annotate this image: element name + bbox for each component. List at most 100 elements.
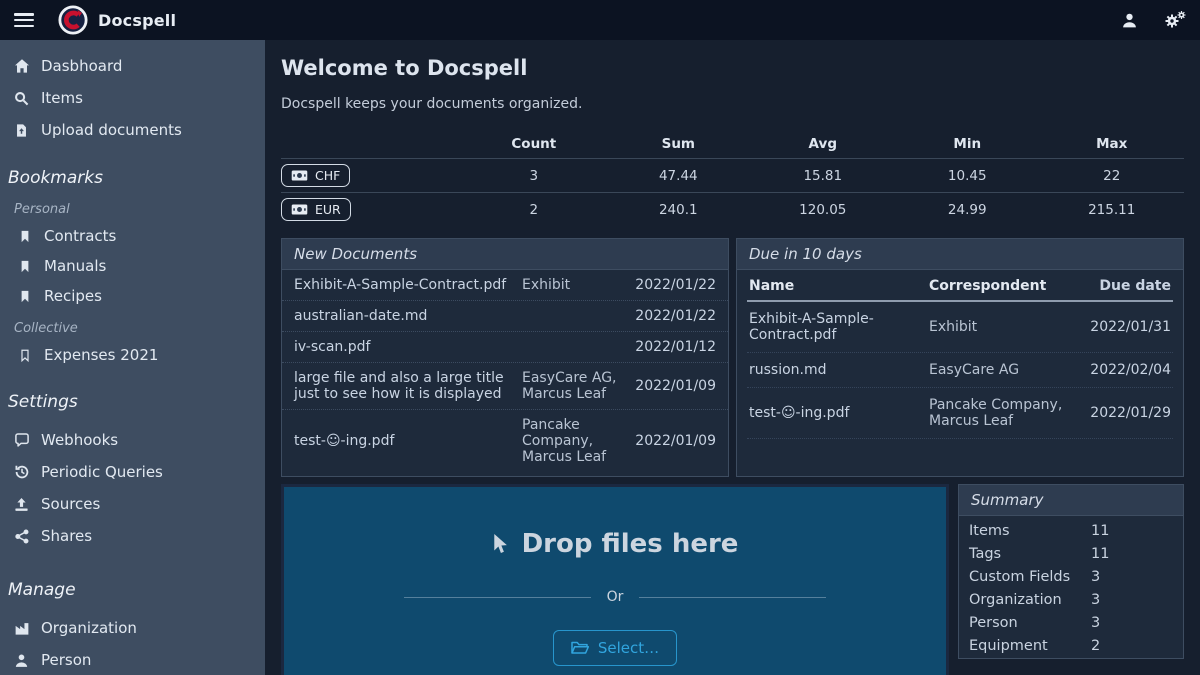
stats-header-row: Count Sum Avg Min Max [281,130,1184,158]
dropzone-heading: Drop files here [492,529,739,559]
document-correspondent: EasyCare AG, Marcus Leaf [522,370,620,402]
summary-title: Summary [959,485,1183,516]
bookmark-filled-icon [16,229,33,244]
stats-cell: 47.44 [606,168,750,184]
summary-label: Tags [969,546,1091,562]
share-icon [13,529,30,544]
currency-label: CHF [315,168,340,183]
sidebar-item-label: Items [41,89,83,107]
bookmark-item-label: Recipes [44,287,102,305]
folder-open-icon [571,641,589,655]
document-correspondent: Pancake Company, Marcus Leaf [929,397,1065,429]
file-dropzone[interactable]: Drop files here Or Select… [281,484,949,675]
document-link[interactable]: russion.md [749,362,919,378]
due-header-name: Name [749,278,919,294]
due-table: Name Correspondent Due date Exhibit-A-Sa… [737,270,1183,476]
summary-list: Items 11 Tags 11 Custom Fields 3 Organiz… [959,516,1183,658]
summary-label: Items [969,523,1091,539]
document-link[interactable]: large file and also a large title just t… [294,370,512,402]
stats-cell: 24.99 [895,202,1039,218]
currency-label: EUR [315,202,341,217]
app-title: Docspell [98,11,176,30]
topbar: Docspell [0,0,1200,40]
menu-icon[interactable] [14,13,34,27]
upload-icon [13,497,30,512]
summary-value: 3 [1091,569,1100,585]
home-icon [13,58,30,74]
document-due-date: 2022/02/04 [1075,362,1171,378]
sidebar-item-person[interactable]: Person [0,644,265,675]
money-bill-icon [291,170,308,181]
settings-section-title: Settings [0,382,265,416]
stats-header-max: Max [1039,136,1183,152]
stats-cell: 215.11 [1039,202,1183,218]
dropzone-divider-label: Or [607,589,624,605]
document-correspondent: Exhibit [929,319,1065,335]
summary-panel: Summary Items 11 Tags 11 Custom Fields 3 [958,484,1184,659]
stats-cell: 15.81 [751,168,895,184]
stats-header-sum: Sum [606,136,750,152]
document-link[interactable]: test-☺-ing.pdf [294,433,512,449]
bookmark-item-expenses-2021[interactable]: Expenses 2021 [0,340,265,370]
docspell-logo[interactable] [58,5,88,35]
select-files-button[interactable]: Select… [553,630,677,666]
new-documents-panel: New Documents Exhibit-A-Sample-Contract.… [281,238,729,477]
stats-header-avg: Avg [751,136,895,152]
document-row: Exhibit-A-Sample-Contract.pdf Exhibit 20… [282,270,728,301]
document-link[interactable]: Exhibit-A-Sample-Contract.pdf [749,311,919,343]
sidebar-item-upload-documents[interactable]: Upload documents [0,114,265,146]
stats-cell: 22 [1039,168,1183,184]
sidebar-item-periodic-queries[interactable]: Periodic Queries [0,456,265,488]
history-icon [13,464,30,480]
document-link[interactable]: test-☺-ing.pdf [749,405,919,421]
select-files-label: Select… [598,639,659,657]
bookmark-item-label: Contracts [44,227,116,245]
summary-row: Items 11 [959,516,1183,543]
new-documents-title: New Documents [282,239,728,270]
dropzone-divider: Or [404,589,826,605]
sidebar-item-sources[interactable]: Sources [0,488,265,520]
document-link[interactable]: iv-scan.pdf [294,339,512,355]
cursor-icon [492,533,508,556]
user-icon[interactable] [1121,12,1138,29]
due-header-correspondent: Correspondent [929,278,1065,294]
sidebar-item-label: Sources [41,495,100,513]
sidebar-item-webhooks[interactable]: Webhooks [0,424,265,456]
bookmark-filled-icon [16,259,33,274]
summary-row: Custom Fields 3 [959,566,1183,589]
sidebar-item-items[interactable]: Items [0,82,265,114]
bookmark-item-recipes[interactable]: Recipes [0,281,265,311]
document-link[interactable]: Exhibit-A-Sample-Contract.pdf [294,277,512,293]
bookmarks-group-personal: Personal [0,192,265,221]
sidebar-item-organization[interactable]: Organization [0,612,265,644]
currency-badge-chf: CHF [281,164,350,187]
money-bill-icon [291,204,308,215]
currency-badge-eur: EUR [281,198,351,221]
summary-value: 3 [1091,592,1100,608]
bookmark-item-contracts[interactable]: Contracts [0,221,265,251]
summary-value: 11 [1091,546,1109,562]
document-due-date: 2022/01/29 [1075,405,1171,421]
sidebar-item-dashboard[interactable]: Dasbhoard [0,50,265,82]
sidebar-item-label: Periodic Queries [41,463,163,481]
sidebar-item-label: Webhooks [41,431,118,449]
gears-icon[interactable] [1164,10,1186,30]
summary-row: Equipment 2 [959,635,1183,658]
stats-cell: 2 [462,202,606,218]
document-link[interactable]: australian-date.md [294,308,512,324]
sidebar-item-shares[interactable]: Shares [0,520,265,552]
bookmark-item-manuals[interactable]: Manuals [0,251,265,281]
bookmark-item-label: Expenses 2021 [44,346,158,364]
summary-label: Custom Fields [969,569,1091,585]
stats-row-eur: EUR 2 240.1 120.05 24.99 215.11 [281,192,1184,226]
comment-icon [13,433,30,448]
summary-label: Person [969,615,1091,631]
document-row: large file and also a large title just t… [282,363,728,410]
document-row: test-☺-ing.pdf Pancake Company, Marcus L… [282,410,728,472]
stats-row-chf: CHF 3 47.44 15.81 10.45 22 [281,158,1184,192]
stats-header-min: Min [895,136,1039,152]
main-content: Welcome to Docspell Docspell keeps your … [265,40,1200,675]
document-date: 2022/01/12 [630,339,716,355]
bookmarks-group-collective: Collective [0,311,265,340]
sidebar-item-label: Shares [41,527,92,545]
